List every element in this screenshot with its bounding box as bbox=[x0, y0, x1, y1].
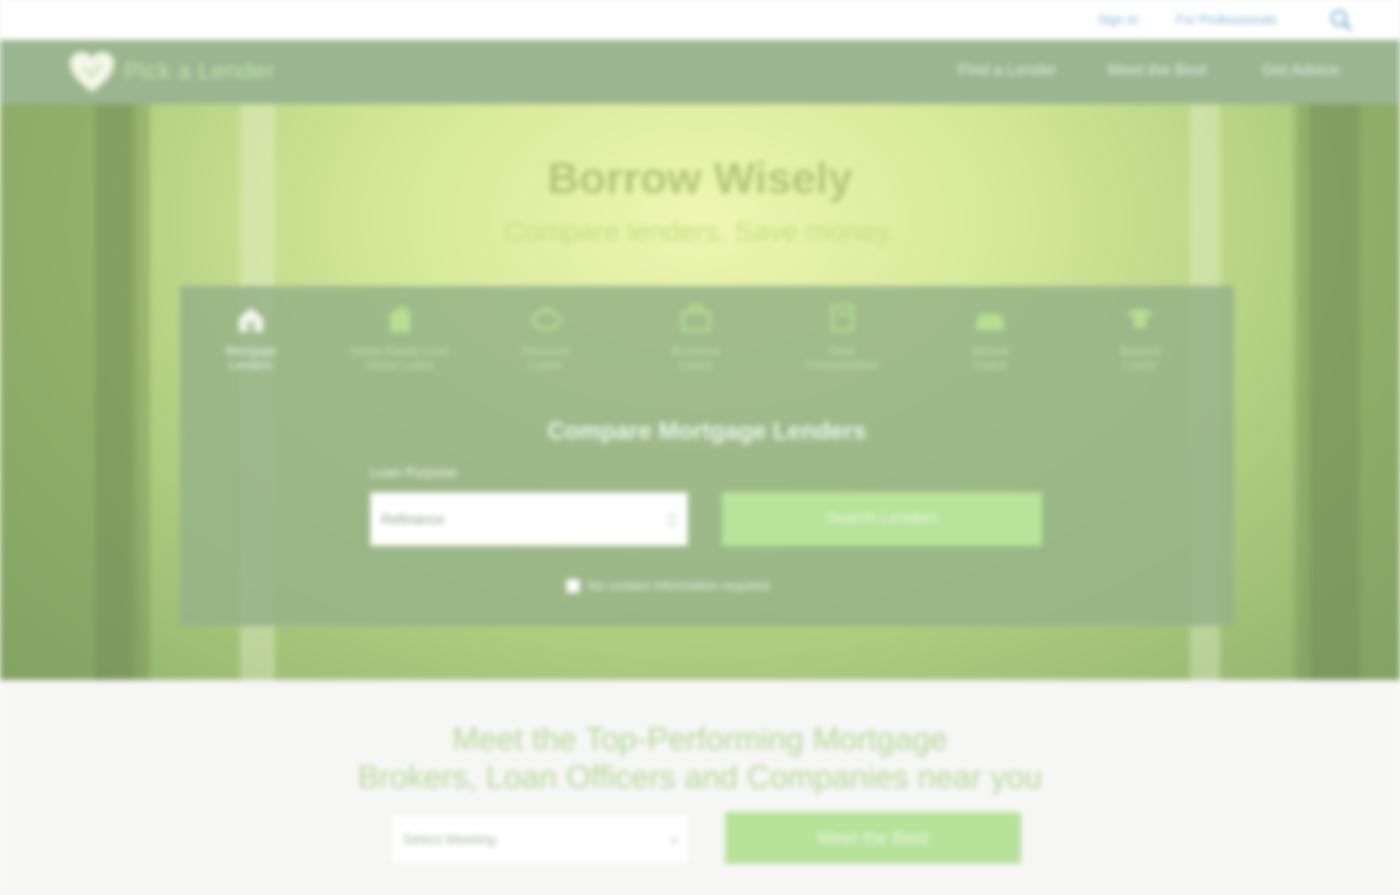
building-icon bbox=[390, 306, 410, 332]
loan-type-label: Home Equity Line/Home Loans bbox=[350, 344, 450, 372]
chart-icon bbox=[830, 304, 854, 332]
main-nav: Pick a Lender Find a Lender Meet the Bes… bbox=[0, 40, 1400, 104]
meet-the-best-button[interactable]: Meet the Best bbox=[725, 812, 1021, 864]
loan-type-mortgage[interactable]: Mortgage Lenders bbox=[181, 300, 321, 372]
search-lenders-button[interactable]: Search Lenders bbox=[722, 492, 1042, 546]
meeting-select[interactable]: Select Meeting bbox=[390, 814, 690, 864]
loan-type-label: Personal Loans bbox=[522, 344, 570, 372]
loan-type-student[interactable]: Student Loans bbox=[1070, 300, 1210, 372]
compare-panel: Mortgage Lenders Home Equity Line/Home Lo… bbox=[180, 286, 1234, 626]
nav-get-advice[interactable]: Get Advice bbox=[1262, 62, 1339, 80]
car-icon bbox=[976, 314, 1004, 330]
loan-type-business[interactable]: Business Loans bbox=[626, 300, 766, 372]
loan-purpose-value: Refinance bbox=[381, 511, 445, 527]
loan-purpose-label: Loan Purpose bbox=[370, 464, 458, 480]
graduation-icon bbox=[1126, 308, 1154, 328]
loan-type-vehicle[interactable]: Vehicle Loans bbox=[920, 300, 1060, 372]
no-contact-label: No contact information required bbox=[588, 578, 770, 593]
loan-type-personal[interactable]: Personal Loans bbox=[476, 300, 616, 372]
meet-title: Meet the Top-Performing Mortgage Brokers,… bbox=[357, 721, 1043, 795]
loan-type-label: Debt Consolidation bbox=[805, 344, 879, 372]
piggy-bank-icon bbox=[531, 308, 561, 331]
loan-type-debt-consolidation[interactable]: Debt Consolidation bbox=[772, 300, 912, 372]
briefcase-icon bbox=[681, 304, 711, 332]
logo[interactable]: Pick a Lender bbox=[66, 50, 275, 94]
heart-shield-icon bbox=[68, 50, 116, 94]
meeting-select-value: Select Meeting bbox=[403, 831, 496, 847]
loan-type-label: Student Loans bbox=[1119, 344, 1161, 372]
loan-purpose-select[interactable]: Refinance bbox=[370, 492, 688, 546]
nav-meet-the-best[interactable]: Meet the Best bbox=[1108, 62, 1207, 80]
loan-type-label: Business Loans bbox=[671, 344, 721, 372]
meet-section: Meet the Top-Performing Mortgage Brokers,… bbox=[0, 680, 1400, 895]
compare-title: Compare Mortgage Lenders bbox=[547, 418, 867, 445]
sign-in-link[interactable]: Sign In bbox=[1098, 12, 1138, 27]
loan-type-home-equity[interactable]: Home Equity Line/Home Loans bbox=[330, 300, 470, 372]
house-icon bbox=[239, 308, 263, 332]
brand-name: Pick a Lender bbox=[124, 58, 275, 85]
loan-type-label: Vehicle Loans bbox=[970, 344, 1010, 372]
search-icon[interactable] bbox=[1328, 7, 1354, 33]
hero-title: Borrow Wisely bbox=[547, 154, 853, 203]
no-contact-checkbox[interactable] bbox=[566, 578, 580, 593]
loan-type-label: Mortgage Lenders bbox=[225, 344, 277, 372]
chevron-updown-icon bbox=[667, 512, 677, 528]
no-contact-checkbox-row[interactable]: No contact information required bbox=[566, 578, 769, 593]
chevron-down-icon bbox=[669, 837, 679, 844]
utility-bar: Sign In For Professionals bbox=[0, 0, 1400, 40]
hero-subtitle: Compare lenders. Save money. bbox=[504, 216, 896, 247]
for-professionals-link[interactable]: For Professionals bbox=[1176, 12, 1277, 27]
nav-find-a-lender[interactable]: Find a Lender bbox=[958, 62, 1057, 80]
